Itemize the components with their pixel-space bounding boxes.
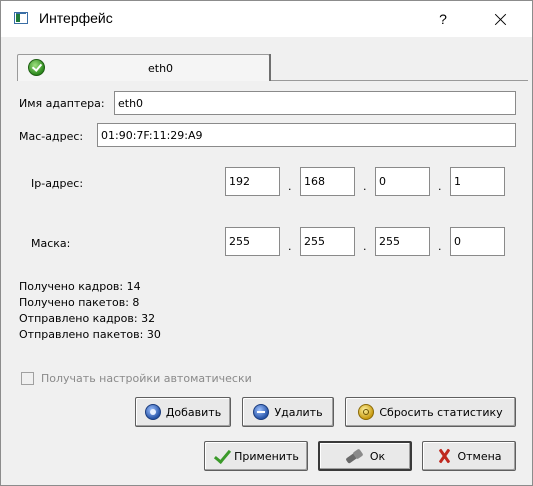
tab-divider — [271, 80, 528, 81]
add-icon — [144, 404, 161, 420]
add-button-label: Добавить — [165, 405, 222, 419]
mac-address-label: Мас-адрес: — [19, 130, 84, 143]
ip-address-label: Ip-адрес: — [31, 177, 84, 190]
stat-frames-received: Получено кадров: 14 — [19, 280, 141, 293]
stat-packets-received: Получено пакетов: 8 — [19, 296, 140, 309]
title-bar[interactable]: Интерфейс ? — [1, 1, 532, 37]
cancel-button[interactable]: Отмена — [422, 441, 516, 471]
adapter-name-label: Имя адаптера: — [19, 97, 105, 110]
reset-statistics-button[interactable]: Сбросить статистику — [345, 397, 516, 427]
auto-config-checkbox[interactable] — [21, 372, 34, 385]
ip-octet-4[interactable]: 1 — [450, 167, 505, 196]
auto-config-label: Получать настройки автоматически — [41, 372, 252, 385]
apply-button[interactable]: Применить — [204, 441, 308, 471]
tab-eth0[interactable]: eth0 — [17, 54, 270, 81]
mask-octet-2[interactable]: 255 — [300, 227, 355, 256]
adapter-name-field[interactable]: eth0 — [114, 91, 516, 115]
reset-icon — [358, 404, 375, 420]
stat-frames-sent: Отправлено кадров: 32 — [19, 312, 156, 325]
ip-octet-3[interactable]: 0 — [375, 167, 430, 196]
ip-octet-1[interactable]: 192 — [225, 167, 280, 196]
mask-octet-4[interactable]: 0 — [450, 227, 505, 256]
reset-statistics-label: Сбросить статистику — [379, 405, 503, 419]
ok-hand-icon — [345, 448, 365, 464]
mask-octet-3[interactable]: 255 — [375, 227, 430, 256]
mask-dot-3: . — [438, 240, 442, 253]
mask-octet-1[interactable]: 255 — [225, 227, 280, 256]
cancel-button-label: Отмена — [457, 449, 502, 463]
remove-button-label: Удалить — [274, 405, 323, 419]
ip-octet-2[interactable]: 168 — [300, 167, 355, 196]
tab-edge — [269, 54, 271, 81]
dialog-content: eth0 Имя адаптера: eth0 Мас-адрес: 01:90… — [5, 37, 528, 485]
add-button[interactable]: Добавить — [135, 397, 231, 427]
ip-dot-1: . — [288, 180, 292, 193]
check-ok-icon — [28, 59, 45, 76]
mask-label: Маска: — [31, 237, 71, 250]
stat-packets-sent: Отправлено пакетов: 30 — [19, 328, 161, 341]
ok-button-label: Ок — [369, 449, 386, 463]
ip-dot-2: . — [363, 180, 367, 193]
interface-dialog: Интерфейс ? eth0 Имя адаптера: eth0 Мас-… — [0, 0, 533, 486]
mac-address-field[interactable]: 01:90:7F:11:29:A9 — [97, 123, 516, 147]
ok-button[interactable]: Ок — [318, 441, 412, 471]
apply-button-label: Применить — [234, 449, 299, 463]
mask-dot-1: . — [288, 240, 292, 253]
mask-dot-2: . — [363, 240, 367, 253]
window-title: Интерфейс — [39, 10, 113, 26]
remove-button[interactable]: Удалить — [242, 397, 334, 427]
ip-dot-3: . — [438, 180, 442, 193]
tab-label: eth0 — [148, 62, 174, 75]
remove-icon — [253, 404, 270, 420]
network-window-icon — [14, 12, 28, 24]
close-icon[interactable] — [485, 5, 517, 33]
help-button[interactable]: ? — [431, 9, 455, 29]
checkmark-icon — [213, 448, 229, 464]
cancel-x-icon — [436, 448, 452, 464]
